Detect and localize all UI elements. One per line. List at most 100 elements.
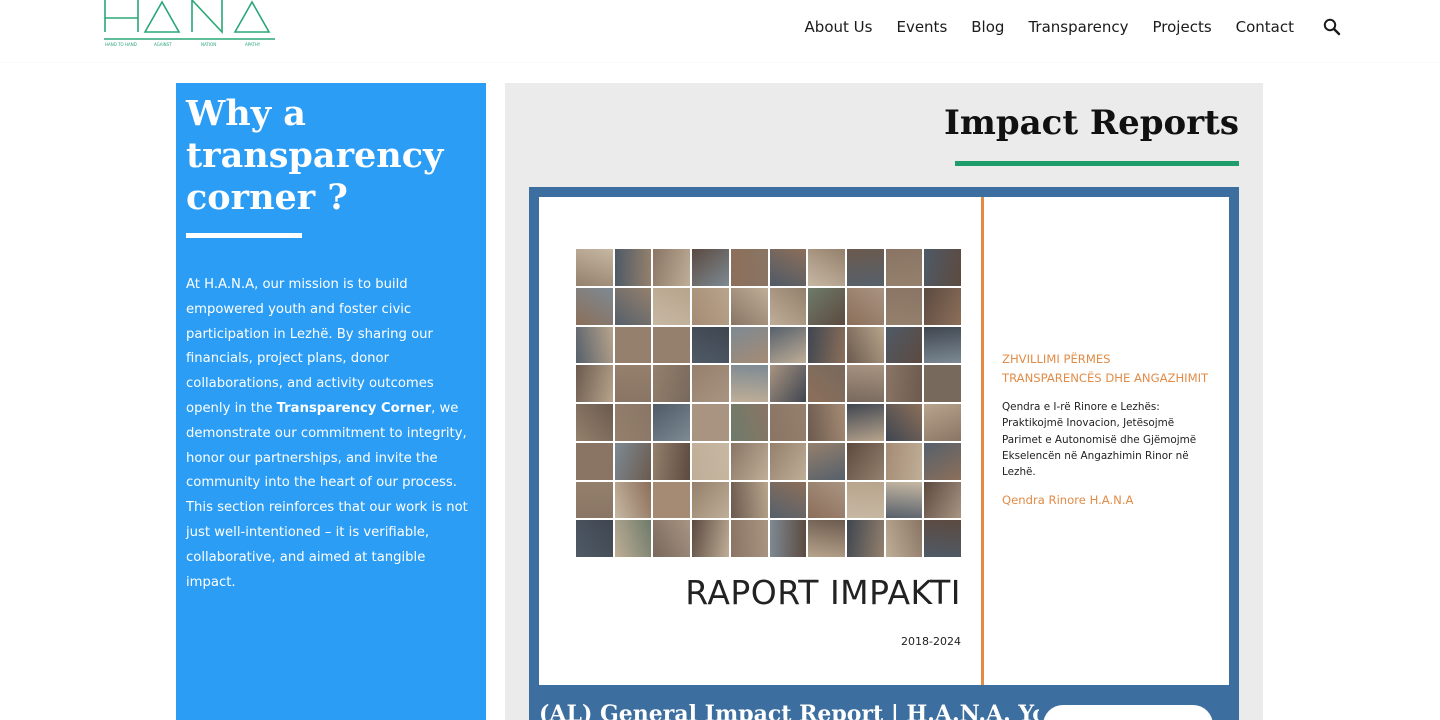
collage-photo: [576, 520, 613, 557]
collage-photo: [924, 326, 961, 364]
main-nav: About Us Events Blog Transparency Projec…: [805, 17, 1342, 37]
search-icon[interactable]: [1322, 17, 1342, 37]
hana-logo[interactable]: HAND TO HAND AGAINST NATION APATHY: [100, 0, 280, 52]
report-title[interactable]: (AL) General Impact Report | H.A.N.A. Yo…: [539, 701, 1039, 720]
collage-photo: [653, 249, 691, 286]
svg-text:NATION: NATION: [201, 42, 216, 47]
collage-photo: [653, 404, 691, 441]
nav-transparency[interactable]: Transparency: [1028, 18, 1128, 36]
collage-photo: [653, 326, 691, 364]
collage-photo: [808, 365, 845, 402]
collage-photo: [730, 326, 768, 364]
collage-photo: [924, 404, 961, 441]
collage-photo: [614, 520, 652, 557]
collage-photo: [730, 481, 768, 519]
svg-text:AGAINST: AGAINST: [154, 42, 172, 47]
collage-photo: [614, 287, 652, 325]
transparency-corner-emphasis: Transparency Corner: [276, 400, 432, 416]
collage-photo: [846, 442, 884, 480]
collage-photo: [924, 365, 961, 402]
collage-photo: [614, 249, 652, 286]
collage-photo: [692, 249, 729, 286]
collage-photo: [846, 481, 884, 519]
cover-side-org: Qendra Rinore H.A.N.A: [1002, 492, 1134, 507]
report-cover[interactable]: RAPORT IMPAKTI 2018-2024 ZHVILLIMI PËRME…: [539, 197, 1229, 685]
collage-photo: [769, 326, 807, 364]
collage-photo: [808, 249, 845, 286]
collage-photo: [885, 287, 923, 325]
transparency-intro-panel: Why a transparency corner ? At H.A.N.A, …: [176, 83, 486, 720]
title-divider: [186, 233, 302, 238]
collage-photo: [924, 520, 961, 557]
collage-photo: [769, 365, 807, 402]
why-paragraph: At H.A.N.A, our mission is to build empo…: [186, 273, 478, 595]
collage-photo: [885, 365, 923, 402]
collage-photo: [653, 481, 691, 519]
collage-photo: [576, 481, 613, 519]
cover-side-heading: ZHVILLIMI PËRMES TRANSPARENCËS DHE ANGAZ…: [1002, 352, 1209, 386]
title-underline: [955, 161, 1239, 166]
collage-photo: [692, 326, 729, 364]
collage-photo: [846, 287, 884, 325]
photo-collage: [576, 249, 961, 557]
cover-divider: [981, 197, 984, 685]
nav-projects[interactable]: Projects: [1153, 18, 1212, 36]
logo-graphic: HAND TO HAND AGAINST NATION APATHY: [104, 0, 275, 47]
nav-events[interactable]: Events: [896, 18, 947, 36]
collage-photo: [924, 249, 961, 286]
collage-photo: [692, 365, 729, 402]
nav-about-us[interactable]: About Us: [805, 18, 873, 36]
collage-photo: [808, 326, 845, 364]
collage-photo: [576, 404, 613, 441]
collage-photo: [808, 442, 845, 480]
collage-photo: [692, 481, 729, 519]
collage-photo: [769, 481, 807, 519]
collage-photo: [769, 404, 807, 441]
collage-photo: [808, 404, 845, 441]
collage-photo: [576, 249, 613, 286]
collage-photo: [885, 326, 923, 364]
collage-photo: [692, 442, 729, 480]
cover-title: RAPORT IMPAKTI: [685, 573, 961, 612]
collage-photo: [924, 481, 961, 519]
collage-photo: [846, 326, 884, 364]
collage-photo: [692, 520, 729, 557]
impact-reports-title: Impact Reports: [943, 103, 1239, 143]
collage-photo: [614, 404, 652, 441]
report-open-button[interactable]: [1043, 705, 1213, 720]
collage-photo: [692, 287, 729, 325]
cover-side-description: Qendra e I-rë Rinore e Lezhës: Praktikoj…: [1002, 400, 1197, 479]
collage-photo: [653, 442, 691, 480]
collage-photo: [885, 520, 923, 557]
collage-photo: [730, 365, 768, 402]
collage-photo: [730, 287, 768, 325]
svg-text:HAND TO HAND: HAND TO HAND: [105, 42, 137, 47]
impact-reports-section: Impact Reports RAPORT IMPAKTI 2018-2024 …: [505, 83, 1263, 720]
collage-photo: [576, 442, 613, 480]
collage-photo: [769, 442, 807, 480]
why-paragraph-rest: , we demonstrate our commitment to integ…: [186, 400, 468, 590]
collage-photo: [808, 520, 845, 557]
collage-photo: [769, 287, 807, 325]
collage-photo: [576, 287, 613, 325]
collage-photo: [808, 287, 845, 325]
impact-report-card[interactable]: RAPORT IMPAKTI 2018-2024 ZHVILLIMI PËRME…: [529, 187, 1239, 720]
collage-photo: [846, 520, 884, 557]
collage-photo: [692, 404, 729, 441]
collage-photo: [846, 249, 884, 286]
collage-photo: [730, 520, 768, 557]
cover-years: 2018-2024: [901, 635, 961, 648]
site-header: HAND TO HAND AGAINST NATION APATHY About…: [0, 0, 1440, 62]
collage-photo: [924, 287, 961, 325]
collage-photo: [924, 442, 961, 480]
nav-blog[interactable]: Blog: [971, 18, 1004, 36]
collage-photo: [653, 520, 691, 557]
nav-contact[interactable]: Contact: [1236, 18, 1294, 36]
collage-photo: [614, 365, 652, 402]
collage-photo: [614, 442, 652, 480]
collage-photo: [614, 326, 652, 364]
why-paragraph-lead: At H.A.N.A, our mission is to build empo…: [186, 277, 434, 416]
why-title: Why a transparency corner ?: [186, 93, 444, 218]
collage-photo: [730, 249, 768, 286]
collage-photo: [808, 481, 845, 519]
